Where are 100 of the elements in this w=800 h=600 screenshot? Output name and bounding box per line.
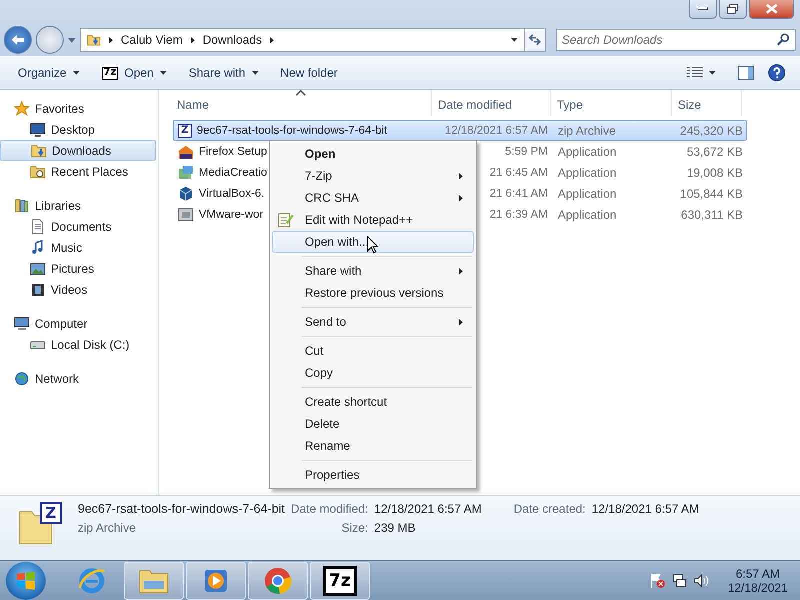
- caret-icon: [72, 71, 80, 75]
- sidebar-item[interactable]: Favorites: [0, 98, 158, 119]
- arrow-icon: [459, 318, 463, 326]
- arrow-icon: [459, 268, 463, 274]
- flag-icon[interactable]: [650, 573, 666, 589]
- menu-item[interactable]: Edit with Notepad++: [272, 209, 474, 231]
- sidebar-item[interactable]: Recent Places: [0, 161, 158, 182]
- arrow-icon: [270, 36, 274, 44]
- file-name: VMware-wor: [199, 208, 264, 220]
- menu-item[interactable]: Copy: [272, 362, 474, 384]
- minimize-icon: [698, 7, 708, 11]
- restore-button[interactable]: [719, 0, 747, 19]
- size-cell: 245,320 KB: [680, 124, 743, 138]
- menu-item[interactable]: Send to: [272, 311, 474, 333]
- sidebar-item[interactable]: Computer: [0, 313, 158, 334]
- preview-pane-icon[interactable]: [738, 66, 754, 80]
- restore-icon: [727, 4, 739, 14]
- date-cell: 5:59 PM: [505, 146, 548, 158]
- file-type: zip Archive: [78, 521, 138, 535]
- column-header[interactable]: Name: [171, 90, 432, 116]
- sidebar-item[interactable]: Local Disk (C:): [0, 334, 158, 355]
- sidebar-item[interactable]: Documents: [0, 216, 158, 237]
- sidebar-item[interactable]: Pictures: [0, 258, 158, 279]
- file-row[interactable]: Z 9ec67-rsat-tools-for-windows-7-64-bit 12/18/2021 6:57 AM zip Archive 245,320 KB: [173, 120, 747, 141]
- menu-item[interactable]: Open: [272, 143, 474, 165]
- menu-item[interactable]: Create shortcut: [272, 391, 474, 413]
- zip-icon: Z: [40, 502, 62, 524]
- field-value: 12/18/2021 6:57 AM: [374, 502, 482, 516]
- caret-icon: [511, 38, 518, 42]
- column-header[interactable]: Date modified: [432, 90, 551, 116]
- address-bar[interactable]: Calub Viem Downloads: [80, 28, 525, 52]
- menu-item[interactable]: Rename: [272, 435, 474, 457]
- taskbar-app[interactable]: [186, 562, 246, 600]
- date-cell: 21 6:39 AM: [490, 208, 548, 220]
- menu-item[interactable]: Properties: [272, 464, 474, 486]
- caret-icon[interactable]: [68, 38, 76, 42]
- refresh-button[interactable]: [524, 28, 546, 52]
- menu-item[interactable]: 7-Zip: [272, 165, 474, 187]
- type-cell: Application: [558, 144, 617, 158]
- sidebar-item[interactable]: Music: [0, 237, 158, 258]
- toolbar-button[interactable]: New folder: [272, 63, 346, 83]
- sidebar-item[interactable]: Network: [0, 368, 158, 389]
- field-value: 239 MB: [374, 521, 417, 535]
- help-icon[interactable]: [768, 64, 786, 82]
- menu-item[interactable]: Open with...: [272, 231, 474, 253]
- sidebar-item[interactable]: Downloads: [0, 140, 156, 161]
- size-cell: 53,672 KB: [686, 144, 743, 158]
- type-cell: Application: [558, 186, 617, 200]
- network-icon[interactable]: [672, 573, 688, 589]
- menu-item[interactable]: CRC SHA: [272, 187, 474, 209]
- refresh-icon: [528, 34, 542, 46]
- music-note-icon: [30, 240, 46, 256]
- installer-icon: [178, 144, 194, 160]
- size-cell: 105,844 KB: [680, 186, 743, 200]
- mouse-pointer-icon: [367, 236, 379, 254]
- menu-item[interactable]: Share with: [272, 260, 474, 282]
- taskbar-app[interactable]: [248, 562, 308, 600]
- sidebar-item[interactable]: Desktop: [0, 119, 158, 140]
- picture-icon: [30, 260, 46, 276]
- menu-item[interactable]: Cut: [272, 340, 474, 362]
- archive-logo-icon: 7z: [323, 566, 357, 596]
- back-button[interactable]: [4, 26, 32, 54]
- search-icon: [777, 33, 790, 46]
- windows-logo-icon: [16, 571, 36, 591]
- close-button[interactable]: [749, 0, 794, 19]
- date-cell: 21 6:41 AM: [490, 188, 548, 200]
- zip-icon: Z: [178, 124, 192, 138]
- forward-button[interactable]: [36, 26, 64, 54]
- sidebar-item[interactable]: Videos: [0, 279, 158, 300]
- folder-icon: [87, 33, 101, 47]
- breadcrumb[interactable]: Downloads: [202, 33, 262, 47]
- notepad-icon: [278, 212, 294, 228]
- toolbar-button[interactable]: 7z Open: [94, 63, 175, 83]
- folder-icon: [30, 164, 46, 180]
- caret-icon: [709, 71, 716, 75]
- taskbar-app[interactable]: 7z: [310, 562, 370, 600]
- file-name: Firefox Setup: [199, 146, 268, 158]
- date-cell: 12/18/2021 6:57 AM: [445, 124, 548, 136]
- play-icon: [202, 567, 230, 595]
- sidebar-label: Libraries: [35, 198, 82, 212]
- start-button[interactable]: [6, 562, 46, 600]
- minimize-button[interactable]: [689, 0, 717, 19]
- type-cell: zip Archive: [558, 124, 616, 138]
- caret-icon: [160, 71, 167, 75]
- menu-item[interactable]: Delete: [272, 413, 474, 435]
- details-view-icon: [687, 67, 703, 79]
- breadcrumb[interactable]: Calub Viem: [121, 33, 183, 47]
- toolbar-button[interactable]: Share with: [180, 63, 267, 83]
- arrow-icon: [109, 36, 113, 44]
- toolbar-button[interactable]: Organize: [10, 63, 88, 83]
- clock-time: 6:57 AM: [736, 567, 780, 581]
- speaker-icon[interactable]: [694, 573, 710, 589]
- menu-item[interactable]: Restore previous versions: [272, 282, 474, 304]
- column-header[interactable]: Type: [551, 90, 672, 116]
- search-field[interactable]: Search Downloads: [556, 29, 796, 51]
- sidebar-item[interactable]: Libraries: [0, 195, 158, 216]
- column-header[interactable]: Size: [672, 90, 742, 116]
- clock[interactable]: 6:57 AM 12/18/2021: [728, 567, 788, 595]
- document-icon: [30, 218, 46, 234]
- sidebar-label: Downloads: [52, 144, 112, 158]
